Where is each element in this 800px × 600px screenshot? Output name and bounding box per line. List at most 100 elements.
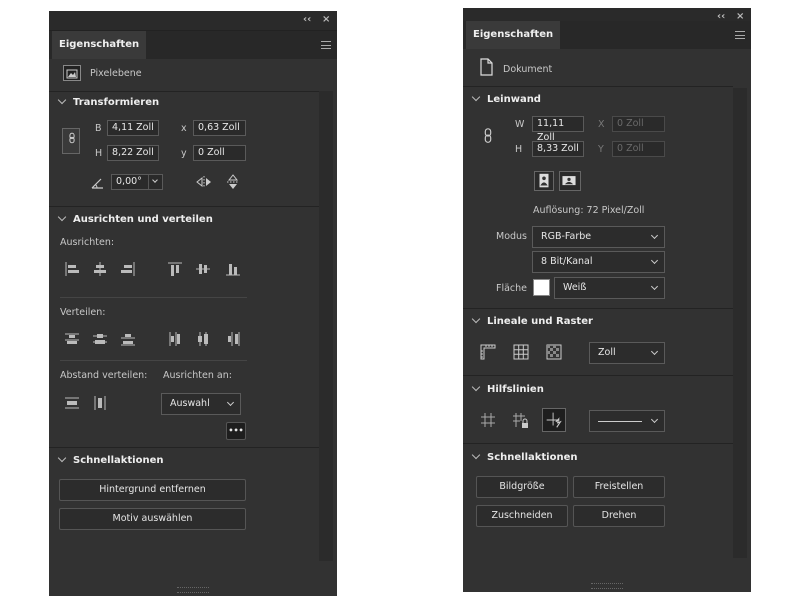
resize-grip[interactable] bbox=[591, 583, 623, 589]
x-field[interactable]: 0,63 Zoll bbox=[193, 120, 246, 136]
ruler-icon[interactable] bbox=[479, 343, 497, 361]
divider bbox=[463, 375, 733, 376]
grid-icon[interactable] bbox=[512, 343, 530, 361]
flip-horizontal-icon[interactable] bbox=[195, 173, 213, 191]
align-to-label: Ausrichten an: bbox=[163, 370, 232, 381]
section-title: Lineale und Raster bbox=[487, 316, 593, 327]
y-field[interactable]: 0 Zoll bbox=[193, 145, 246, 161]
distribute-label: Verteilen: bbox=[60, 307, 106, 318]
width-label: B bbox=[95, 123, 102, 134]
guide-style-select[interactable] bbox=[589, 410, 665, 432]
x-label: X bbox=[598, 119, 605, 130]
chevron-down-icon bbox=[650, 282, 659, 291]
angle-value: 0,00° bbox=[116, 176, 142, 187]
angle-dropdown[interactable] bbox=[148, 175, 162, 189]
panel-titlebar: ‹‹ × bbox=[49, 11, 337, 31]
align-to-select[interactable]: Auswahl bbox=[161, 393, 241, 415]
section-title: Hilfslinien bbox=[487, 384, 544, 395]
trim-button[interactable]: Zuschneiden bbox=[476, 505, 568, 527]
divider bbox=[49, 91, 319, 92]
chevron-down-icon bbox=[57, 95, 67, 105]
width-field[interactable]: 11,11 Zoll bbox=[532, 116, 584, 143]
color-mode-select[interactable]: RGB-Farbe bbox=[532, 226, 665, 248]
distribute-vertical-centers-icon[interactable] bbox=[91, 330, 109, 348]
panel-menu-icon[interactable] bbox=[735, 31, 745, 39]
distribute-horizontal-spacing-icon[interactable] bbox=[91, 394, 109, 412]
pixel-grid-icon[interactable] bbox=[545, 343, 563, 361]
height-field[interactable]: 8,33 Zoll bbox=[532, 141, 584, 157]
mode-label: Modus bbox=[496, 231, 528, 242]
section-align[interactable]: Ausrichten und verteilen bbox=[57, 212, 213, 225]
properties-panel-document: ‹‹ × Eigenschaften Dokument Leinwand W 1… bbox=[463, 8, 751, 592]
align-right-edges-icon[interactable] bbox=[119, 260, 137, 278]
height-label: H bbox=[515, 144, 523, 155]
section-quick-actions[interactable]: Schnellaktionen bbox=[57, 453, 164, 466]
y-label: Y bbox=[598, 144, 604, 155]
portrait-orientation-icon[interactable] bbox=[534, 171, 554, 191]
section-rulers-grid[interactable]: Lineale und Raster bbox=[471, 314, 593, 327]
chevron-down-icon bbox=[226, 398, 235, 407]
panel-menu-icon[interactable] bbox=[321, 41, 331, 49]
x-field: 0 Zoll bbox=[612, 116, 665, 132]
image-size-button[interactable]: Bildgröße bbox=[476, 476, 568, 498]
tab-properties[interactable]: Eigenschaften bbox=[466, 21, 561, 49]
chevron-down-icon bbox=[650, 231, 659, 240]
fill-select[interactable]: Weiß bbox=[554, 277, 665, 299]
distribute-horizontal-centers-icon[interactable] bbox=[194, 330, 212, 348]
distribute-bottom-icon[interactable] bbox=[119, 330, 137, 348]
remove-background-button[interactable]: Hintergrund entfernen bbox=[59, 479, 246, 501]
rotate-button[interactable]: Drehen bbox=[573, 505, 665, 527]
divider bbox=[49, 447, 319, 448]
height-field[interactable]: 8,22 Zoll bbox=[107, 145, 159, 161]
section-quick-actions[interactable]: Schnellaktionen bbox=[471, 450, 578, 463]
smart-guides-icon[interactable] bbox=[542, 408, 566, 432]
tab-properties[interactable]: Eigenschaften bbox=[52, 31, 147, 59]
divider bbox=[60, 297, 247, 298]
align-vertical-centers-icon[interactable] bbox=[194, 260, 212, 278]
divider bbox=[463, 308, 733, 309]
tab-bar: Eigenschaften bbox=[49, 31, 337, 59]
align-left-edges-icon[interactable] bbox=[63, 260, 81, 278]
resolution-label: Auflösung: 72 Pixel/Zoll bbox=[533, 205, 645, 216]
link-icon[interactable] bbox=[62, 128, 80, 154]
scrollbar[interactable] bbox=[733, 88, 747, 558]
guides-icon[interactable] bbox=[479, 411, 497, 429]
align-horizontal-centers-icon[interactable] bbox=[91, 260, 109, 278]
x-label: x bbox=[181, 123, 187, 134]
chevron-down-icon bbox=[650, 415, 659, 424]
section-guides[interactable]: Hilfslinien bbox=[471, 382, 544, 395]
bit-depth-select[interactable]: 8 Bit/Kanal bbox=[532, 251, 665, 273]
lock-guides-icon[interactable] bbox=[511, 411, 529, 429]
section-canvas[interactable]: Leinwand bbox=[471, 92, 541, 105]
scrollbar[interactable] bbox=[319, 91, 333, 561]
crop-button[interactable]: Freistellen bbox=[573, 476, 665, 498]
section-title: Schnellaktionen bbox=[73, 455, 164, 466]
distribute-vertical-spacing-icon[interactable] bbox=[63, 394, 81, 412]
fill-color-swatch[interactable] bbox=[533, 279, 550, 296]
chevron-down-icon bbox=[471, 382, 481, 392]
width-label: W bbox=[515, 119, 525, 130]
more-options-button[interactable]: ••• bbox=[226, 422, 246, 440]
landscape-orientation-icon[interactable] bbox=[559, 171, 581, 191]
section-transform[interactable]: Transformieren bbox=[57, 95, 159, 108]
resize-grip[interactable] bbox=[177, 587, 209, 593]
fill-value: Weiß bbox=[563, 282, 587, 293]
distribute-left-icon[interactable] bbox=[166, 330, 184, 348]
section-title: Leinwand bbox=[487, 94, 541, 105]
flip-vertical-icon[interactable] bbox=[224, 173, 242, 191]
width-field[interactable]: 4,11 Zoll bbox=[107, 120, 159, 136]
angle-field[interactable]: 0,00° bbox=[111, 174, 163, 190]
align-top-edges-icon[interactable] bbox=[166, 260, 184, 278]
chevron-down-icon bbox=[471, 92, 481, 102]
bit-depth-value: 8 Bit/Kanal bbox=[541, 256, 593, 267]
chevron-down-icon bbox=[471, 314, 481, 324]
close-icon[interactable]: × bbox=[322, 14, 330, 26]
ruler-unit-select[interactable]: Zoll bbox=[589, 342, 665, 364]
distribute-top-icon[interactable] bbox=[63, 330, 81, 348]
chevron-down-icon bbox=[650, 256, 659, 265]
link-icon[interactable] bbox=[479, 127, 493, 147]
select-subject-button[interactable]: Motiv auswählen bbox=[59, 508, 246, 530]
distribute-right-icon[interactable] bbox=[224, 330, 242, 348]
collapse-icon[interactable]: ‹‹ bbox=[303, 14, 311, 26]
align-bottom-edges-icon[interactable] bbox=[224, 260, 242, 278]
